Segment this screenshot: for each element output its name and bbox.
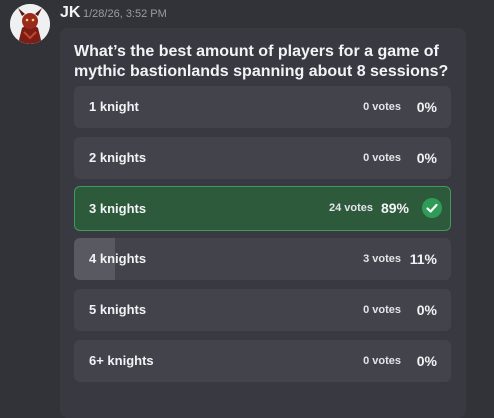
poll-option-6-plus-knights[interactable]: 6+ knights 0 votes 0% xyxy=(74,340,451,382)
poll-card: What’s the best amount of players for a … xyxy=(60,28,466,418)
poll-option-percent: 0% xyxy=(416,150,437,166)
user-avatar[interactable] xyxy=(10,4,50,44)
poll-question: What’s the best amount of players for a … xyxy=(74,43,449,80)
poll-option-votes: 0 votes xyxy=(363,101,401,113)
message-timestamp: 1/28/26, 3:52 PM xyxy=(83,8,167,20)
poll-option-label: 6+ knights xyxy=(89,353,154,368)
poll-option-label: 4 knights xyxy=(89,251,147,266)
poll-option-4-knights[interactable]: 4 knights 3 votes 11% xyxy=(74,238,451,280)
poll-option-votes: 0 votes xyxy=(363,355,401,367)
poll-option-label: 1 knight xyxy=(89,99,139,114)
poll-option-percent: 89% xyxy=(380,200,409,216)
poll-option-3-knights[interactable]: 3 knights 24 votes 89% xyxy=(74,186,451,231)
poll-option-label: 2 knights xyxy=(89,150,147,165)
poll-option-percent: 0% xyxy=(416,99,437,115)
checkmark-icon xyxy=(422,198,442,218)
poll-option-5-knights[interactable]: 5 knights 0 votes 0% xyxy=(74,289,451,331)
poll-option-percent: 0% xyxy=(416,353,437,369)
poll-option-1-knight[interactable]: 1 knight 0 votes 0% xyxy=(74,86,451,128)
poll-option-votes: 24 votes xyxy=(328,202,373,214)
poll-option-votes: 0 votes xyxy=(363,152,401,164)
poll-option-label: 5 knights xyxy=(89,302,147,317)
poll-option-votes: 0 votes xyxy=(363,304,401,316)
poll-option-percent: 11% xyxy=(409,251,437,267)
poll-option-percent: 0% xyxy=(416,302,437,318)
author-name[interactable]: JK xyxy=(60,4,80,22)
poll-option-votes: 3 votes xyxy=(363,253,401,265)
poll-option-label: 3 knights xyxy=(89,201,147,216)
poll-option-2-knights[interactable]: 2 knights 0 votes 0% xyxy=(74,137,451,179)
